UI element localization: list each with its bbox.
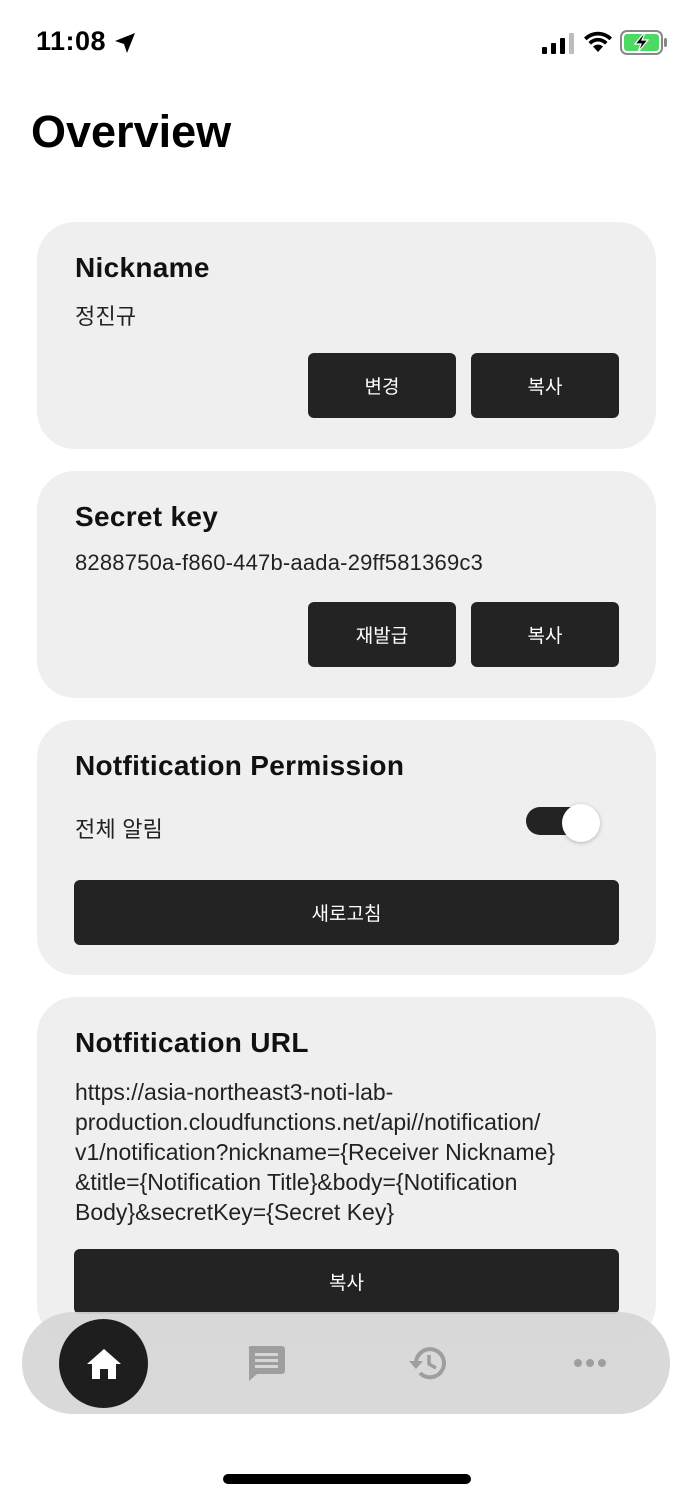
change-nickname-button[interactable]: 변경 <box>308 353 456 418</box>
battery-charging-icon <box>620 30 667 55</box>
nav-chat-button[interactable] <box>241 1338 291 1388</box>
notification-url-value: https://asia-northeast3-noti-lab- produc… <box>75 1079 556 1225</box>
refresh-permission-button[interactable]: 새로고침 <box>74 880 619 945</box>
bottom-nav <box>22 1312 670 1414</box>
nickname-card: Nickname 정진규 변경 복사 <box>37 222 656 449</box>
location-arrow-icon <box>115 33 135 53</box>
toggle-knob <box>562 804 600 842</box>
home-indicator <box>223 1474 471 1484</box>
cellular-signal-icon <box>542 33 574 54</box>
secret-key-value: 8288750a-f860-447b-aada-29ff581369c3 <box>75 550 484 575</box>
nav-more-button[interactable] <box>565 1338 615 1388</box>
chat-icon <box>248 1346 285 1381</box>
nickname-title: Nickname <box>75 252 210 283</box>
notification-permission-card: Notfitication Permission 전체 알림 새로고침 <box>37 720 656 975</box>
secret-key-title: Secret key <box>75 501 219 532</box>
nav-history-button[interactable] <box>402 1338 452 1388</box>
nav-home-button[interactable] <box>59 1319 148 1408</box>
page-title: Overview <box>31 106 232 157</box>
copy-secret-key-button[interactable]: 복사 <box>471 602 619 667</box>
all-notifications-toggle[interactable] <box>526 804 600 842</box>
reissue-secret-key-button[interactable]: 재발급 <box>308 602 456 667</box>
secret-key-card: Secret key 8288750a-f860-447b-aada-29ff5… <box>37 471 656 698</box>
notification-url-title: Notfitication URL <box>75 1027 309 1058</box>
all-notifications-label: 전체 알림 <box>75 817 164 842</box>
history-icon <box>409 1347 446 1380</box>
notification-url-card: Notfitication URL https://asia-northeast… <box>37 997 656 1342</box>
status-time: 11:08 <box>36 26 107 56</box>
wifi-icon <box>584 31 612 52</box>
nickname-value: 정진규 <box>75 304 137 329</box>
home-icon <box>86 1348 121 1379</box>
copy-nickname-button[interactable]: 복사 <box>471 353 619 418</box>
notification-permission-title: Notfitication Permission <box>75 750 405 781</box>
status-bar: 11:08 <box>0 0 693 86</box>
copy-url-button[interactable]: 복사 <box>74 1249 619 1314</box>
more-icon <box>574 1359 606 1367</box>
